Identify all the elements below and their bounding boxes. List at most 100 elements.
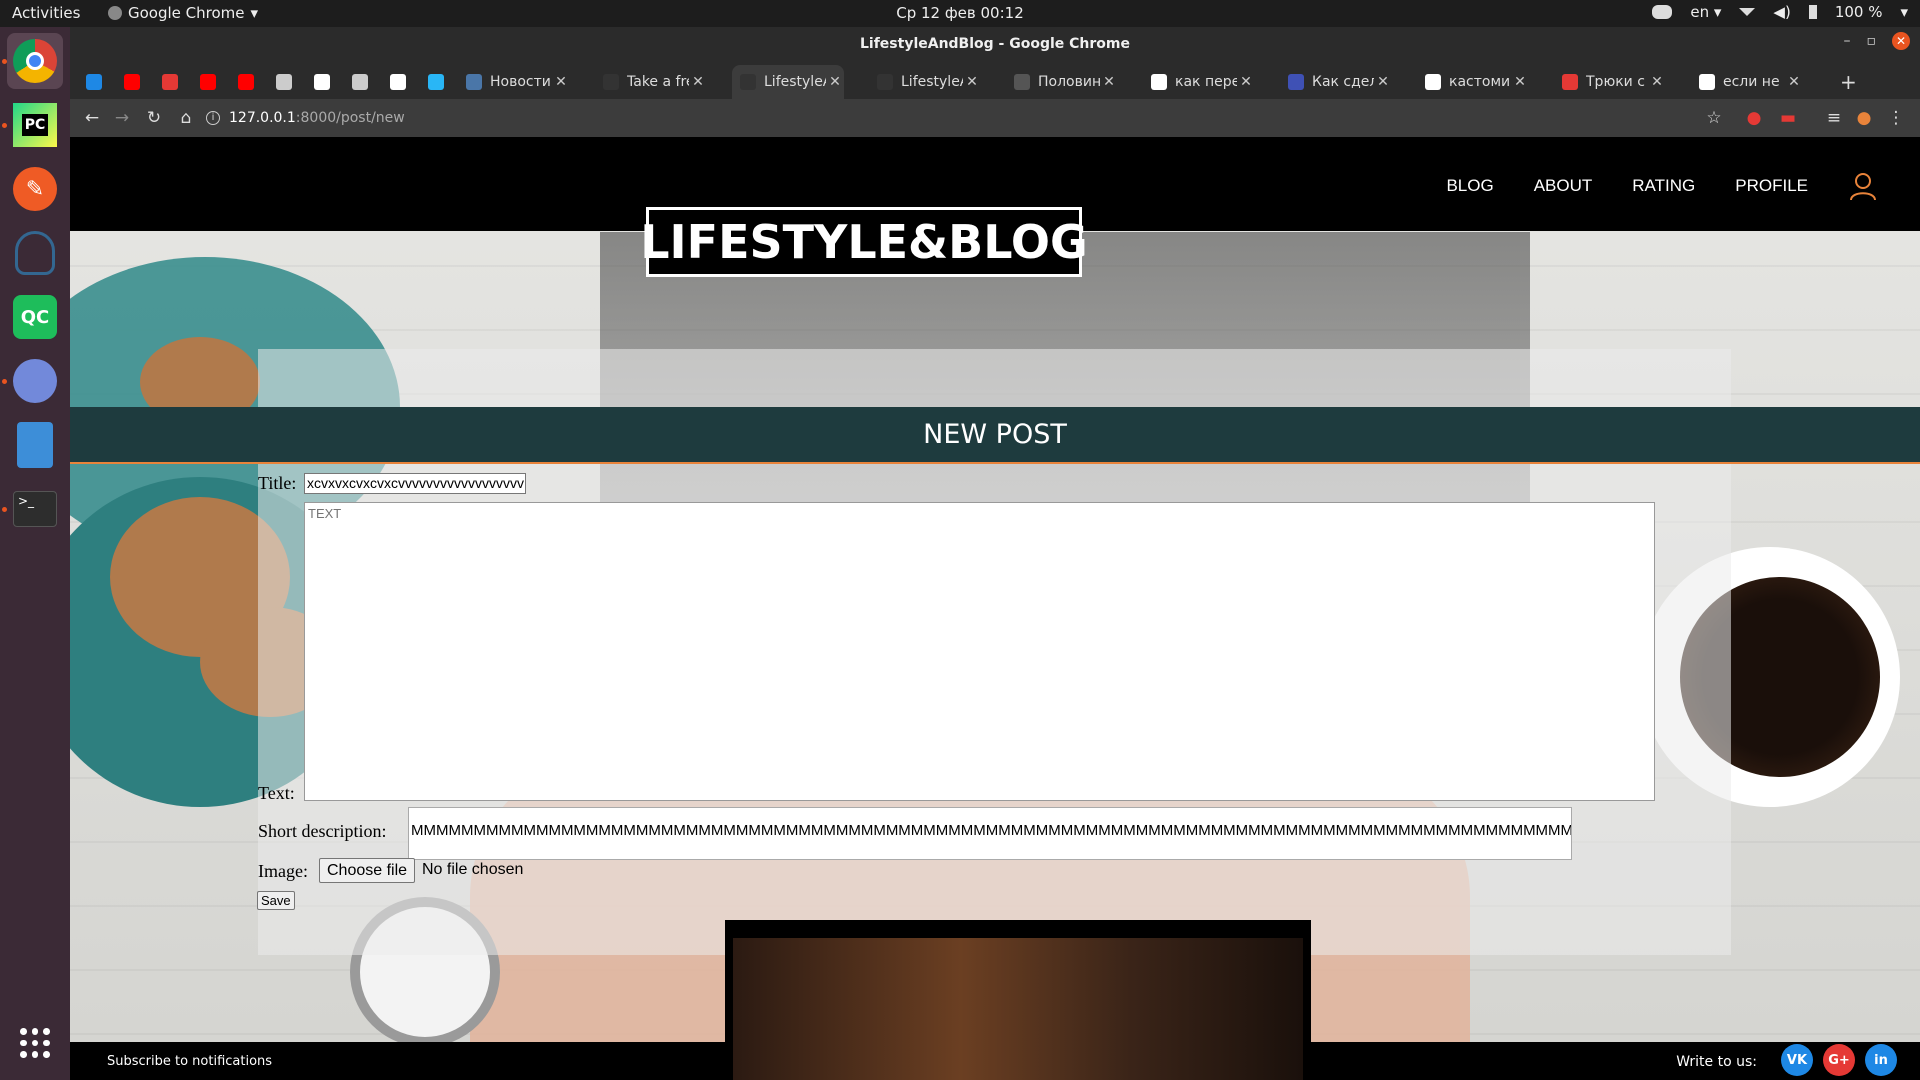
dock-text-editor[interactable] <box>7 417 63 473</box>
tab-close-icon[interactable]: ✕ <box>552 74 570 90</box>
browser-tab[interactable] <box>268 65 306 99</box>
system-menu-caret-icon[interactable]: ▾ <box>1900 3 1908 21</box>
tab-close-icon[interactable]: ✕ <box>1100 74 1118 90</box>
browser-tab[interactable] <box>116 65 154 99</box>
text-textarea[interactable]: TEXT <box>304 502 1655 801</box>
browser-tab[interactable] <box>344 65 382 99</box>
user-icon[interactable] <box>1848 171 1878 201</box>
battery-percent: 100 % <box>1834 3 1883 21</box>
tab-label: Трюки с te <box>1586 74 1648 90</box>
bookmark-star-icon[interactable]: ☆ <box>1702 106 1726 130</box>
chrome-menu-icon[interactable]: ⋮ <box>1884 106 1908 130</box>
nav-profile[interactable]: PROFILE <box>1735 176 1808 196</box>
maximize-icon[interactable]: ▫ <box>1867 33 1877 49</box>
save-button[interactable]: Save <box>257 891 295 910</box>
nav-about[interactable]: ABOUT <box>1534 176 1593 196</box>
dock-discord[interactable] <box>7 353 63 409</box>
close-window-icon[interactable]: ✕ <box>1892 32 1910 50</box>
youtube-icon <box>124 74 140 90</box>
site-nav: BLOG ABOUT RATING PROFILE <box>1446 171 1878 201</box>
tab-close-icon[interactable]: ✕ <box>826 74 844 90</box>
dock-terminal[interactable]: >_ <box>7 481 63 537</box>
extension-icon-2[interactable]: ▬ <box>1776 106 1800 130</box>
tab-close-icon[interactable]: ✕ <box>1237 74 1255 90</box>
dock-chrome[interactable] <box>7 33 63 89</box>
media-control-icon[interactable]: ≡ <box>1822 106 1846 130</box>
browser-tab[interactable] <box>382 65 420 99</box>
browser-tab[interactable]: LifestyleAnd✕ <box>732 65 844 99</box>
write-to-us-label: Write to us: <box>1676 1054 1757 1070</box>
tab-close-icon[interactable]: ✕ <box>689 74 707 90</box>
browser-tab[interactable] <box>78 65 116 99</box>
pycharm-icon: PC <box>13 103 57 147</box>
short-description-input[interactable]: MMMMMMMMMMMMMMMMMMMMMMMMMMMMMMMMMMMMMMMM… <box>408 807 1572 860</box>
new-tab-icon[interactable]: + <box>1832 65 1860 99</box>
home-icon[interactable]: ⌂ <box>174 106 198 130</box>
vk-icon <box>466 74 482 90</box>
dock-pycharm[interactable]: PC <box>7 97 63 153</box>
discord-tray-icon[interactable] <box>1652 5 1673 19</box>
site-logo[interactable]: LIFESTYLE&BLOG <box>640 207 1088 277</box>
browser-tab[interactable]: Половин ✕ <box>1006 65 1118 99</box>
title-input[interactable]: xcvxvxcvxcvxcvvvvvvvvvvvvvvvvvv <box>304 473 526 494</box>
vk-icon[interactable]: VK <box>1781 1044 1813 1076</box>
video-player[interactable] <box>725 920 1311 1080</box>
tab-close-icon[interactable]: ✕ <box>1785 74 1803 90</box>
tab-close-icon[interactable]: ✕ <box>1511 74 1529 90</box>
image-label: Image: <box>258 861 308 881</box>
browser-tab[interactable]: Новости ✕ <box>458 65 570 99</box>
chrome-window: LifestyleAndBlog - Google Chrome – ▫ ✕ Н… <box>70 27 1920 1080</box>
browser-tab[interactable]: Take a free✕ <box>595 65 707 99</box>
tab-close-icon[interactable]: ✕ <box>1374 74 1392 90</box>
browser-tab[interactable]: Как сделат✕ <box>1280 65 1392 99</box>
browser-tab[interactable]: как перене✕ <box>1143 65 1255 99</box>
window-titlebar[interactable]: LifestyleAndBlog - Google Chrome – ▫ ✕ <box>70 27 1920 61</box>
tab-label: LifestyleAnd <box>901 74 963 90</box>
nav-rating[interactable]: RATING <box>1632 176 1695 196</box>
browser-tab[interactable] <box>192 65 230 99</box>
nav-blog[interactable]: BLOG <box>1446 176 1493 196</box>
chrome-icon <box>13 39 57 83</box>
site-info-icon[interactable]: i <box>206 111 220 125</box>
wifi-icon <box>1739 8 1756 16</box>
browser-tab[interactable] <box>230 65 268 99</box>
title-label: Title: <box>258 473 297 493</box>
browser-tab[interactable]: кастомиза✕ <box>1417 65 1529 99</box>
minimize-icon[interactable]: – <box>1844 33 1851 49</box>
window-title: LifestyleAndBlog - Google Chrome <box>859 36 1130 52</box>
tab-label: Take a free <box>627 74 689 90</box>
browser-tab[interactable] <box>420 65 458 99</box>
reload-icon[interactable]: ↻ <box>142 106 166 130</box>
google-icon <box>1699 74 1715 90</box>
vivaldi-icon <box>1562 74 1578 90</box>
extension-icon-1[interactable]: ● <box>1742 106 1766 130</box>
dock-postman[interactable]: ✎ <box>7 161 63 217</box>
forward-icon[interactable]: → <box>110 106 134 130</box>
browser-tab[interactable]: LifestyleAnd✕ <box>869 65 981 99</box>
google-plus-icon[interactable]: G+ <box>1823 1044 1855 1076</box>
tab-close-icon[interactable]: ✕ <box>963 74 981 90</box>
clock[interactable]: Ср 12 фев 00:12 <box>0 4 1920 22</box>
tab-close-icon[interactable]: ✕ <box>1648 74 1666 90</box>
choose-file-button[interactable]: Choose file <box>319 858 416 883</box>
browser-tab[interactable] <box>306 65 344 99</box>
dock-show-apps[interactable] <box>7 1015 63 1071</box>
back-icon[interactable]: ← <box>80 106 104 130</box>
subscribe-link[interactable]: Subscribe to notifications <box>107 1054 272 1069</box>
address-bar[interactable]: i 127.0.0.1:8000/post/new <box>206 104 1806 132</box>
avatar-icon <box>1014 74 1030 90</box>
youtube-icon <box>238 74 254 90</box>
browser-tab[interactable]: Трюки с te✕ <box>1554 65 1666 99</box>
dock-pgadmin[interactable] <box>7 225 63 281</box>
youtube-icon <box>200 74 216 90</box>
url-host: 127.0.0.1 <box>229 110 296 126</box>
browser-toolbar: ← → ↻ ⌂ i 127.0.0.1:8000/post/new ☆ ● ▬ … <box>70 99 1920 137</box>
system-tray[interactable]: en ▾ ◀) 100 % ▾ <box>1652 3 1908 21</box>
language-indicator[interactable]: en ▾ <box>1690 3 1721 21</box>
browser-tab[interactable]: если не ве✕ <box>1691 65 1803 99</box>
dock-qc[interactable]: QC <box>7 289 63 345</box>
linkedin-icon[interactable]: in <box>1865 1044 1897 1076</box>
browser-tab[interactable] <box>154 65 192 99</box>
globe-icon <box>740 74 756 90</box>
profile-avatar-icon[interactable]: ● <box>1852 106 1876 130</box>
